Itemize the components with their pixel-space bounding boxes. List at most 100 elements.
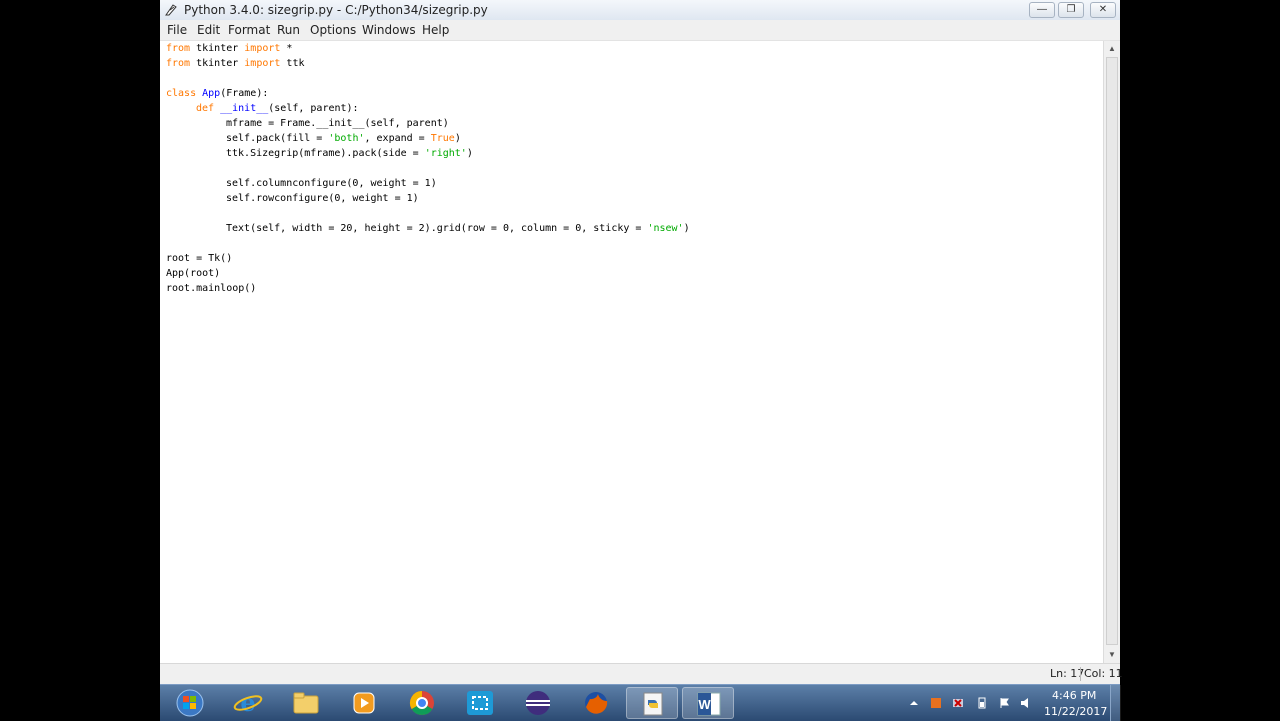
taskbar-snipping-tool[interactable] bbox=[454, 687, 506, 719]
code-line[interactable]: self.pack(fill = 'both', expand = True) bbox=[226, 131, 461, 146]
code-line[interactable]: Text(self, width = 20, height = 2).grid(… bbox=[226, 221, 690, 236]
action-center-flag-icon[interactable] bbox=[998, 697, 1010, 709]
menu-help[interactable]: Help bbox=[422, 23, 449, 37]
office-upload-icon[interactable] bbox=[930, 697, 942, 709]
code-line[interactable]: from tkinter import * bbox=[166, 41, 292, 56]
scroll-down-arrow-icon[interactable]: ▼ bbox=[1104, 647, 1120, 663]
code-token: (self, parent): bbox=[268, 103, 359, 114]
battery-icon[interactable] bbox=[976, 697, 988, 709]
scrollbar-thumb[interactable] bbox=[1106, 57, 1118, 645]
code-token: self.rowconfigure(0, weight = 1) bbox=[226, 193, 419, 204]
close-button[interactable]: ✕ bbox=[1090, 2, 1116, 18]
code-token: True bbox=[430, 133, 455, 144]
windows-start-orb-icon bbox=[176, 689, 204, 717]
menu-format[interactable]: Format bbox=[228, 23, 270, 37]
code-token: mframe = Frame.__init__(self, parent) bbox=[226, 118, 449, 129]
code-token: 'both' bbox=[328, 133, 365, 144]
code-token: import bbox=[244, 58, 281, 69]
taskbar-firefox[interactable] bbox=[570, 687, 622, 719]
taskbar-file-explorer[interactable] bbox=[280, 687, 332, 719]
clock-time[interactable]: 4:46 PM bbox=[1052, 689, 1096, 702]
window-title: Python 3.4.0: sizegrip.py - C:/Python34/… bbox=[184, 3, 488, 17]
code-token: ttk.Sizegrip(mframe).pack(side = bbox=[226, 148, 425, 159]
taskbar-internet-explorer[interactable]: e bbox=[222, 687, 274, 719]
code-line[interactable]: root.mainloop() bbox=[166, 281, 256, 296]
status-column-number: Col: 11 bbox=[1084, 667, 1123, 680]
code-token: ttk bbox=[280, 58, 305, 69]
show-hidden-icons-icon[interactable] bbox=[908, 697, 920, 709]
menu-edit[interactable]: Edit bbox=[197, 23, 220, 37]
code-token: * bbox=[280, 43, 293, 54]
start-button[interactable] bbox=[164, 687, 216, 719]
code-token: , expand = bbox=[364, 133, 431, 144]
code-line[interactable]: App(root) bbox=[166, 266, 220, 281]
snipping-tool-icon bbox=[467, 691, 493, 715]
status-separator bbox=[1080, 667, 1081, 681]
volume-speaker-icon[interactable] bbox=[1020, 697, 1032, 709]
show-desktop-button[interactable] bbox=[1110, 685, 1121, 721]
clock-date[interactable]: 11/22/2017 bbox=[1044, 705, 1107, 718]
maximize-icon: ❐ bbox=[1066, 4, 1076, 15]
code-token: App(root) bbox=[166, 268, 221, 279]
maximize-button[interactable]: ❐ bbox=[1058, 2, 1084, 18]
menu-run[interactable]: Run bbox=[277, 23, 300, 37]
network-warning-icon[interactable] bbox=[952, 697, 964, 709]
code-token: import bbox=[244, 43, 281, 54]
code-token: 'right' bbox=[424, 148, 467, 159]
svg-text:W: W bbox=[698, 697, 711, 712]
code-token: 'nsew' bbox=[647, 223, 684, 234]
svg-text:e: e bbox=[240, 689, 255, 717]
taskbar-media-player[interactable] bbox=[338, 687, 390, 719]
taskbar-chrome[interactable] bbox=[396, 687, 448, 719]
eclipse-icon bbox=[526, 691, 550, 715]
code-token: def bbox=[196, 103, 215, 114]
media-player-icon bbox=[353, 692, 375, 714]
taskbar-python-idle[interactable] bbox=[626, 687, 678, 719]
code-token: Text(self, width = 20, height = 2).grid(… bbox=[226, 223, 648, 234]
code-line[interactable]: from tkinter import ttk bbox=[166, 56, 305, 71]
folder-icon bbox=[293, 692, 319, 714]
internet-explorer-icon: e bbox=[233, 689, 263, 717]
taskbar: e W 4:46 PM 11/22/2017 bbox=[160, 684, 1121, 721]
taskbar-eclipse[interactable] bbox=[512, 687, 564, 719]
code-token: class bbox=[166, 88, 197, 99]
code-line[interactable]: ttk.Sizegrip(mframe).pack(side = 'right'… bbox=[226, 146, 473, 161]
code-token: ) bbox=[683, 223, 690, 234]
menu-file[interactable]: File bbox=[167, 23, 187, 37]
minimize-icon: — bbox=[1037, 4, 1047, 15]
code-editor[interactable]: from tkinter import * from tkinter import… bbox=[160, 41, 1103, 663]
code-token: ) bbox=[454, 133, 461, 144]
python-feather-icon bbox=[165, 4, 177, 16]
code-line[interactable]: self.rowconfigure(0, weight = 1) bbox=[226, 191, 419, 206]
close-icon: ✕ bbox=[1098, 4, 1108, 15]
code-line[interactable]: self.columnconfigure(0, weight = 1) bbox=[226, 176, 437, 191]
code-token: (Frame): bbox=[220, 88, 269, 99]
code-token: root = Tk() bbox=[166, 253, 233, 264]
code-token: __init__ bbox=[220, 103, 269, 114]
code-line[interactable]: def __init__(self, parent): bbox=[196, 101, 359, 116]
code-token: ) bbox=[466, 148, 473, 159]
code-line[interactable]: root = Tk() bbox=[166, 251, 232, 266]
scroll-up-arrow-icon[interactable]: ▲ bbox=[1104, 41, 1120, 57]
code-token: App bbox=[202, 88, 221, 99]
idle-editor-window: Python 3.4.0: sizegrip.py - C:/Python34/… bbox=[160, 0, 1123, 684]
code-token: from bbox=[166, 58, 191, 69]
vertical-scrollbar[interactable]: ▲ ▼ bbox=[1103, 41, 1120, 663]
menu-bar: File Edit Format Run Options Windows Hel… bbox=[160, 20, 1120, 41]
code-token: self.columnconfigure(0, weight = 1) bbox=[226, 178, 437, 189]
python-idle-icon bbox=[643, 692, 663, 716]
code-line[interactable]: class App(Frame): bbox=[166, 86, 268, 101]
code-token: root.mainloop() bbox=[166, 283, 257, 294]
menu-windows[interactable]: Windows bbox=[362, 23, 416, 37]
word-icon: W bbox=[697, 692, 721, 716]
minimize-button[interactable]: — bbox=[1029, 2, 1055, 18]
taskbar-word[interactable]: W bbox=[682, 687, 734, 719]
code-line[interactable]: mframe = Frame.__init__(self, parent) bbox=[226, 116, 449, 131]
firefox-icon bbox=[585, 692, 608, 714]
code-token: self.pack(fill = bbox=[226, 133, 329, 144]
chrome-icon bbox=[409, 691, 434, 716]
status-bar: Ln: 17 Col: 11 bbox=[160, 663, 1123, 684]
menu-options[interactable]: Options bbox=[310, 23, 356, 37]
code-token: tkinter bbox=[190, 58, 245, 69]
title-bar[interactable]: Python 3.4.0: sizegrip.py - C:/Python34/… bbox=[160, 0, 1120, 21]
